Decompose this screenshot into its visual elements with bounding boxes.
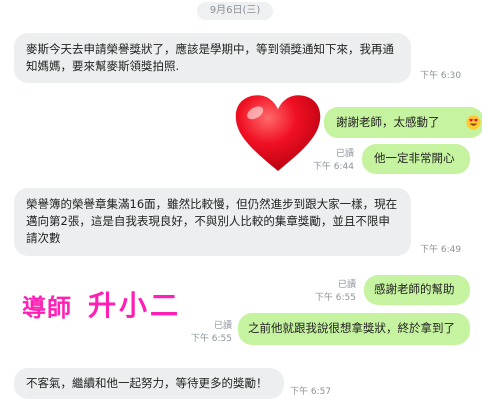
heart-eyes-emoji-icon <box>466 115 481 130</box>
message-time: 下午 6:55 <box>314 293 356 303</box>
incoming-message-bubble[interactable]: 麥斯今天去申請榮譽獎狀了，應該是學期中，等到領獎通知下來，我再通知媽媽，要來幫麥… <box>14 33 411 83</box>
outgoing-message-bubble[interactable]: 感謝老師的幫助 <box>364 275 470 305</box>
read-receipt: 已讀 <box>337 280 356 290</box>
message-text: 謝謝老師，太感動了 <box>336 115 440 129</box>
signature-role: 導師 <box>22 294 72 322</box>
read-receipt: 已讀 <box>213 321 232 331</box>
date-divider: 9月6日(三) <box>197 2 273 20</box>
incoming-message-bubble[interactable]: 榮譽簿的榮譽章集滿16面，雖然比較慢，但仍然進步到跟大家一樣，現在邁向第2張，這… <box>14 188 411 256</box>
message-time: 下午 6:44 <box>312 162 354 172</box>
read-receipt: 已讀 <box>335 149 354 159</box>
outgoing-message-bubble[interactable]: 他一定非常開心 <box>362 144 470 174</box>
signature-name: 升小二 <box>88 289 182 322</box>
message-time: 下午 6:57 <box>290 387 332 397</box>
outgoing-message-bubble[interactable]: 之前他就跟我說很想拿獎狀，終於拿到了 <box>238 313 470 345</box>
message-time: 下午 6:30 <box>420 71 462 81</box>
outgoing-message-bubble[interactable]: 謝謝老師，太感動了 <box>324 107 482 138</box>
incoming-message-bubble[interactable]: 不客氣，繼續和他一起努力，等待更多的獎勵！ <box>14 368 284 399</box>
message-time: 下午 6:55 <box>190 334 232 344</box>
message-time: 下午 6:49 <box>420 245 462 255</box>
